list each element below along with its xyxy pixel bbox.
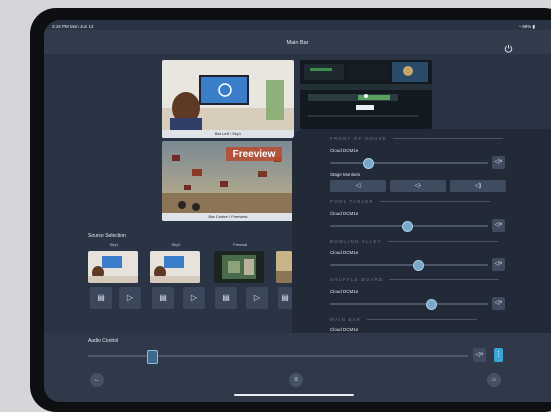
slider-knob[interactable]	[426, 299, 438, 310]
preview-bar-right-image	[300, 60, 432, 129]
zone-item-label: Cloud DCM1e	[330, 289, 359, 294]
preview-bar-left-image	[162, 60, 294, 138]
volume-slider-pool-tables[interactable]	[330, 221, 488, 232]
more-options-button[interactable]: ⋮	[494, 348, 503, 362]
source-partial[interactable]	[276, 242, 292, 283]
section-shuffle-board: SHUFFLE BOARD	[330, 277, 500, 282]
source-sky1[interactable]: Sky1	[88, 242, 140, 283]
mute-button-bowling-alley[interactable]: ◁×	[492, 258, 505, 271]
mute-button-pool-tables[interactable]: ◁×	[492, 219, 505, 232]
freesat-guide-button[interactable]: ▤	[215, 287, 237, 309]
preview-bar-right[interactable]	[300, 60, 432, 129]
sky2-play-button[interactable]: ▷	[183, 287, 205, 309]
mute-button-front-of-house[interactable]: ◁×	[492, 156, 505, 169]
app-screen: 3:16 PM Mon Jun 12 ◔ 88% ▮ Main Bar Bar …	[44, 20, 551, 402]
home-icon[interactable]: ⌂	[487, 373, 501, 387]
volume-slider-bowling-alley[interactable]	[330, 260, 488, 271]
source-thumbnail	[150, 251, 200, 283]
battery-icon: ▮	[532, 24, 535, 29]
slider-knob[interactable]	[413, 260, 425, 271]
volume-slider-shuffle-board[interactable]	[330, 299, 488, 310]
mute-button-shuffle-board[interactable]: ◁×	[492, 297, 505, 310]
back-arrow-icon[interactable]: ←	[90, 373, 104, 387]
volume-slider-front-of-house[interactable]	[330, 158, 488, 169]
source-thumbnail	[276, 251, 292, 283]
sky1-play-button[interactable]: ▷	[119, 287, 141, 309]
freeview-logo-text: Freeview	[233, 149, 276, 160]
freesat-play-button[interactable]: ▷	[246, 287, 268, 309]
home-indicator	[234, 394, 354, 396]
status-time: 3:16 PM Mon Jun 12	[52, 24, 94, 29]
source-label: Freesat	[233, 242, 247, 247]
zone-item-label: Cloud DCM1e	[330, 327, 359, 332]
preview-bar-centre-image: Freeview	[162, 141, 294, 221]
zone-item-label: Cloud DCM1e	[330, 148, 359, 153]
audio-control-mute-button[interactable]: ◁×	[473, 348, 486, 362]
source-selection-title: Source Selection	[88, 233, 126, 239]
source-label: Sky2	[171, 242, 181, 247]
stage-monitors-mute-button[interactable]: ◁	[330, 180, 386, 192]
menu-filter-icon[interactable]: ≡	[289, 373, 303, 387]
zone-item-label: Cloud DCM1e	[330, 250, 359, 255]
source-thumbnail	[88, 251, 138, 283]
battery-percent: 88%	[522, 24, 532, 29]
section-main-bar: MAIN BAR	[330, 317, 478, 322]
page-title: Main Bar	[286, 40, 309, 46]
preview-caption: Bar Centre / Freeview	[162, 213, 294, 221]
source-freesat[interactable]: Freesat	[214, 242, 266, 283]
audio-zones-panel: FRONT OF HOUSE Cloud DCM1e ◁× Stage Moni…	[292, 129, 551, 335]
sky2-guide-button[interactable]: ▤	[152, 287, 174, 309]
source-thumbnail	[214, 251, 264, 283]
zone-item-label: Cloud DCM1e	[330, 211, 359, 216]
audio-control-label: Audio Control	[88, 338, 119, 344]
stage-monitors-label: Stage Monitors	[330, 172, 361, 177]
stage-monitors-volume-up-button[interactable]: ◁)	[450, 180, 506, 192]
audio-control-slider[interactable]	[88, 355, 468, 357]
source-sky2[interactable]: Sky2	[150, 242, 202, 283]
nav-bar: Main Bar	[44, 30, 551, 54]
source-label: Sky1	[109, 242, 119, 247]
stage-monitors-volume-down-button[interactable]: ◁-	[390, 180, 446, 192]
sky1-guide-button[interactable]: ▤	[90, 287, 112, 309]
partial-guide-button[interactable]: ▤	[278, 287, 292, 309]
preview-bar-centre[interactable]: Freeview Bar Centre / Freeview	[162, 141, 294, 221]
bottom-bar	[44, 333, 551, 402]
slider-knob[interactable]	[362, 158, 374, 169]
preview-bar-left[interactable]: Bar Left / Sky1	[162, 60, 294, 138]
power-icon[interactable]	[504, 40, 513, 53]
section-pool-tables: POOL TABLES	[330, 199, 490, 204]
wifi-icon: ◔	[518, 24, 521, 29]
section-bowling-alley: BOWLING ALLEY	[330, 239, 498, 244]
slider-knob[interactable]	[402, 221, 414, 232]
audio-control-knob[interactable]	[147, 350, 158, 364]
section-front-of-house: FRONT OF HOUSE	[330, 136, 503, 141]
preview-caption: Bar Left / Sky1	[162, 130, 294, 138]
